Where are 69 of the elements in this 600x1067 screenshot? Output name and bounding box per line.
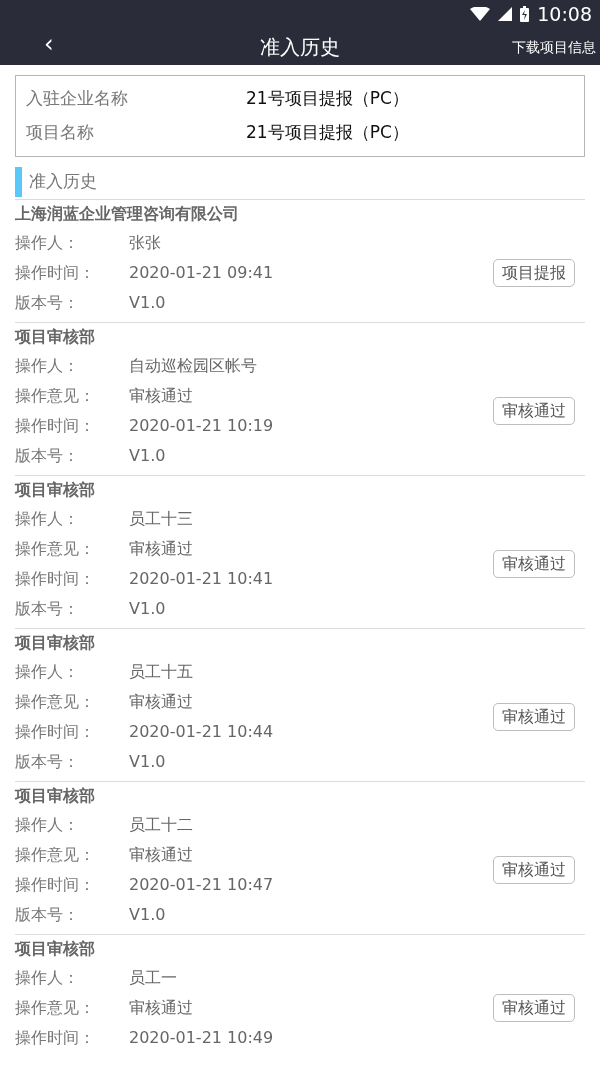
field-value: V1.0 [129,292,166,314]
field-label: 操作人： [15,967,80,989]
status-button[interactable]: 审核通过 [493,703,575,731]
field-value: 审核通过 [129,385,193,407]
field-value: 审核通过 [129,538,193,560]
field-value: 2020-01-21 10:44 [129,721,274,743]
field-value: 员工一 [129,967,177,989]
field-label: 操作时间： [15,1027,96,1049]
field-value: 审核通过 [129,997,193,1019]
field-label: 版本号： [15,751,80,773]
field-value: 员工十五 [129,661,193,683]
field-label: 操作人： [15,814,80,836]
page-title: 准入历史 [260,33,340,61]
field-label: 操作时间： [15,568,96,590]
field-label: 操作人： [15,661,80,683]
field-label: 操作意见： [15,385,96,407]
field-value: 2020-01-21 09:41 [129,262,274,284]
field-value: 审核通过 [129,844,193,866]
department-name: 项目审核部 [15,479,96,501]
status-button[interactable]: 审核通过 [493,994,575,1022]
department-name: 项目审核部 [15,785,96,807]
field-value: 2020-01-21 10:19 [129,415,274,437]
field-label: 操作时间： [15,721,96,743]
field-label: 入驻企业名称 [26,87,129,111]
field-label: 操作意见： [15,997,96,1019]
field-value: 21号项目提报（PC） [246,87,409,111]
status-button[interactable]: 项目提报 [493,259,575,287]
signal-icon [498,7,513,21]
field-value: 自动巡检园区帐号 [129,355,257,377]
status-button[interactable]: 审核通过 [493,550,575,578]
department-name: 项目审核部 [15,326,96,348]
download-button[interactable]: 下载项目信息 [508,37,600,58]
section-marker [15,167,22,197]
field-label: 版本号： [15,598,80,620]
field-label: 操作意见： [15,538,96,560]
field-label: 操作意见： [15,844,96,866]
field-value: 2020-01-21 10:41 [129,568,274,590]
field-label: 操作人： [15,232,80,254]
field-value: 审核通过 [129,691,193,713]
field-label: 操作意见： [15,691,96,713]
field-value: 21号项目提报（PC） [246,121,409,145]
field-label: 版本号： [15,292,80,314]
field-value: V1.0 [129,751,166,773]
field-value: 员工十二 [129,814,193,836]
field-label: 版本号： [15,904,80,926]
field-value: V1.0 [129,445,166,467]
field-value: 2020-01-21 10:49 [129,1027,274,1049]
field-label: 操作人： [15,508,80,530]
department-name: 项目审核部 [15,632,96,654]
department-name: 项目审核部 [15,938,96,960]
section-title: 准入历史 [29,170,97,194]
field-label: 操作时间： [15,874,96,896]
department-name: 上海润蓝企业管理咨询有限公司 [15,203,240,225]
field-value: V1.0 [129,904,166,926]
field-label: 操作人： [15,355,80,377]
field-label: 项目名称 [26,121,95,145]
field-value: V1.0 [129,598,166,620]
field-label: 操作时间： [15,415,96,437]
battery-icon [520,6,530,22]
field-label: 操作时间： [15,262,96,284]
status-button[interactable]: 审核通过 [493,856,575,884]
back-button[interactable]: ‹ [40,32,58,56]
field-value: 2020-01-21 10:47 [129,874,274,896]
status-button[interactable]: 审核通过 [493,397,575,425]
field-label: 版本号： [15,445,80,467]
clock-time: 10:08 [537,1,592,27]
wifi-icon [470,7,491,21]
field-value: 员工十三 [129,508,193,530]
field-value: 张张 [129,232,161,254]
